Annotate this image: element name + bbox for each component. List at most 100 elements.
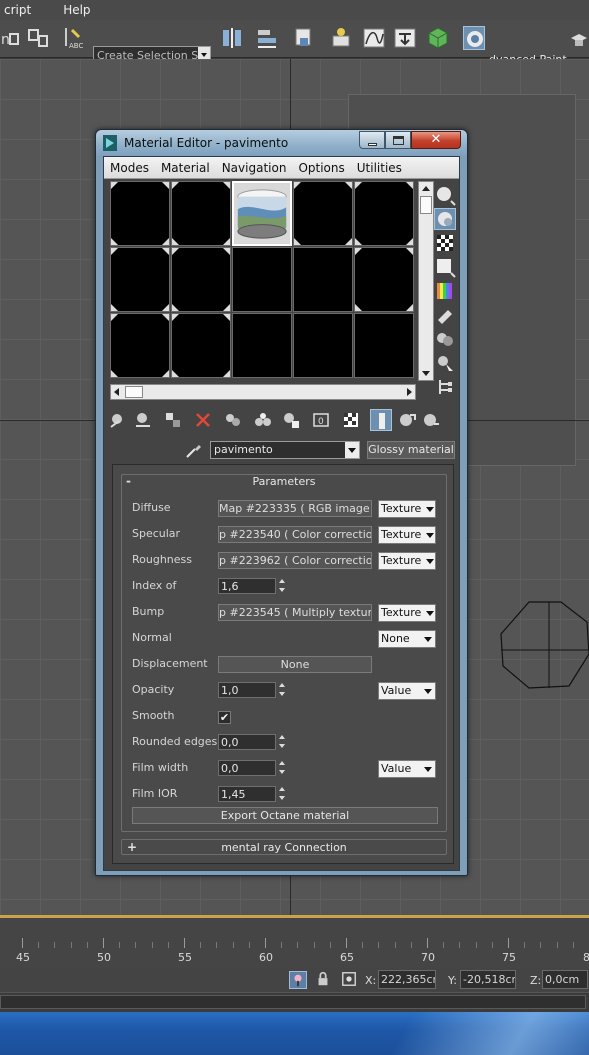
diffuse-mode-dropdown[interactable]: Texture xyxy=(378,500,436,518)
sample-slot[interactable] xyxy=(171,313,231,378)
sample-slot[interactable] xyxy=(110,247,170,312)
spinner-value[interactable]: 0,0 xyxy=(218,734,276,750)
select-by-material-icon[interactable] xyxy=(434,352,456,374)
slots-horizontal-scrollbar[interactable] xyxy=(110,384,416,400)
put-to-library-icon[interactable] xyxy=(280,409,302,431)
options-icon[interactable] xyxy=(434,328,456,350)
minimize-button[interactable] xyxy=(359,131,385,149)
menu-utilities[interactable]: Utilities xyxy=(351,161,408,175)
timeline-ruler[interactable]: 45 50 55 60 65 70 75 8 xyxy=(0,918,589,968)
show-end-result-icon[interactable] xyxy=(370,409,392,431)
opacity-mode-dropdown[interactable]: Value xyxy=(378,682,436,700)
background-checker-icon[interactable] xyxy=(434,232,456,254)
sample-slot[interactable] xyxy=(354,181,414,246)
roughness-mode-dropdown[interactable]: Texture xyxy=(378,552,436,570)
film-width-mode-dropdown[interactable]: Value xyxy=(378,760,436,778)
spinner-arrows-icon[interactable] xyxy=(276,760,288,776)
maximize-button[interactable] xyxy=(385,131,411,149)
normal-mode-dropdown[interactable]: None xyxy=(378,630,436,648)
export-octane-material-button[interactable]: Export Octane material xyxy=(132,807,438,824)
bump-map-button[interactable]: p #223545 ( Multiply texture ) xyxy=(218,604,372,621)
spinner-value[interactable]: 1,45 xyxy=(218,786,276,802)
sample-slot[interactable] xyxy=(110,181,170,246)
menu-modes[interactable]: Modes xyxy=(104,161,155,175)
spinner-value[interactable]: 1,0 xyxy=(218,682,276,698)
menu-script[interactable]: cript xyxy=(0,3,39,17)
video-color-check-icon[interactable] xyxy=(434,280,456,302)
go-forward-to-sibling-icon[interactable] xyxy=(420,409,442,431)
specular-map-button[interactable]: p #223540 ( Color correction ) xyxy=(218,526,372,543)
eyedropper-icon[interactable] xyxy=(184,440,204,460)
material-name-value[interactable]: pavimento xyxy=(211,442,345,458)
specular-mode-dropdown[interactable]: Texture xyxy=(378,526,436,544)
x-coordinate-field[interactable]: 222,365cm xyxy=(378,970,436,989)
make-unique-icon[interactable] xyxy=(252,409,274,431)
edit-named-selection-icon[interactable]: ABC xyxy=(63,26,85,50)
sample-slot[interactable] xyxy=(232,247,292,312)
diffuse-map-button[interactable]: Map #223335 ( RGB image ) xyxy=(218,500,372,517)
spinner-arrows-icon[interactable] xyxy=(276,734,288,750)
get-material-icon[interactable] xyxy=(108,409,130,431)
material-type-button[interactable]: Glossy material xyxy=(367,441,455,459)
sample-slot[interactable] xyxy=(293,247,353,312)
parameters-rollout-header[interactable]: Parameters - xyxy=(122,474,446,489)
y-coordinate-field[interactable]: -20,518cm xyxy=(460,970,516,989)
spinner-arrows-icon[interactable] xyxy=(276,578,288,594)
spinner-arrows-icon[interactable] xyxy=(276,786,288,802)
curve-editor-icon[interactable] xyxy=(363,26,385,50)
material-id-channel-icon[interactable]: 0 xyxy=(310,409,332,431)
bump-mode-dropdown[interactable]: Texture xyxy=(378,604,436,622)
material-editor-titlebar[interactable]: Material Editor - pavimento ✕ xyxy=(96,130,467,156)
scene-explorer-icon[interactable] xyxy=(292,26,314,50)
mirror-icon[interactable] xyxy=(221,26,243,50)
z-coordinate-field[interactable]: 0,0cm xyxy=(542,970,588,989)
scroll-up-icon[interactable] xyxy=(422,186,430,191)
sample-slot[interactable] xyxy=(354,313,414,378)
menu-material[interactable]: Material xyxy=(155,161,216,175)
chevron-down-icon[interactable] xyxy=(345,442,359,458)
make-material-copy-icon[interactable] xyxy=(222,409,244,431)
align-icon[interactable] xyxy=(256,26,278,50)
sample-slot[interactable] xyxy=(354,247,414,312)
snap-toggle-icon[interactable]: n xyxy=(0,26,22,50)
roughness-map-button[interactable]: p #223962 ( Color correction ) xyxy=(218,552,372,569)
backlight-icon[interactable] xyxy=(434,208,456,230)
mental-ray-connection-rollout[interactable]: mental ray Connection + xyxy=(121,839,447,855)
advanced-paint-icon[interactable] xyxy=(463,26,485,50)
menu-help[interactable]: Help xyxy=(59,3,98,17)
smooth-checkbox[interactable]: ✔ xyxy=(218,711,231,724)
displacement-map-button[interactable]: None xyxy=(218,656,372,673)
scroll-right-icon[interactable] xyxy=(407,388,412,396)
collapse-icon[interactable]: - xyxy=(126,474,131,488)
index-of-refraction-spinner[interactable]: 1,6 xyxy=(218,578,290,594)
lock-icon[interactable] xyxy=(315,971,333,989)
assign-material-to-selection-icon[interactable] xyxy=(162,409,184,431)
sample-slot[interactable] xyxy=(293,313,353,378)
close-button[interactable]: ✕ xyxy=(411,131,461,149)
spinner-arrows-icon[interactable] xyxy=(276,682,288,698)
sample-slot[interactable] xyxy=(293,181,353,246)
isolate-selection-icon[interactable] xyxy=(289,971,307,989)
sample-slot[interactable] xyxy=(232,313,292,378)
scrollbar-thumb[interactable] xyxy=(420,196,432,214)
sample-slot[interactable] xyxy=(171,181,231,246)
angle-snap-icon[interactable] xyxy=(27,26,49,50)
make-preview-icon[interactable] xyxy=(434,304,456,326)
sample-slot-active[interactable] xyxy=(232,181,292,246)
show-shaded-material-icon[interactable] xyxy=(340,409,362,431)
spinner-value[interactable]: 1,6 xyxy=(218,578,276,594)
material-name-dropdown[interactable]: pavimento xyxy=(210,441,360,459)
rounded-edges-spinner[interactable]: 0,0 xyxy=(218,734,290,750)
scrollbar-thumb[interactable] xyxy=(125,386,143,398)
scroll-down-icon[interactable] xyxy=(422,371,430,376)
spinner-value[interactable]: 0,0 xyxy=(218,760,276,776)
material-editor-icon[interactable] xyxy=(427,26,449,50)
viewport-octagon-object[interactable] xyxy=(499,600,589,692)
material-map-navigator-icon[interactable] xyxy=(434,376,456,398)
film-ior-spinner[interactable]: 1,45 xyxy=(218,786,290,802)
expand-icon[interactable]: + xyxy=(127,840,137,854)
schematic-view-icon[interactable] xyxy=(394,26,416,50)
reset-map-delete-icon[interactable] xyxy=(192,409,214,431)
sample-slot[interactable] xyxy=(110,313,170,378)
menu-options[interactable]: Options xyxy=(292,161,350,175)
